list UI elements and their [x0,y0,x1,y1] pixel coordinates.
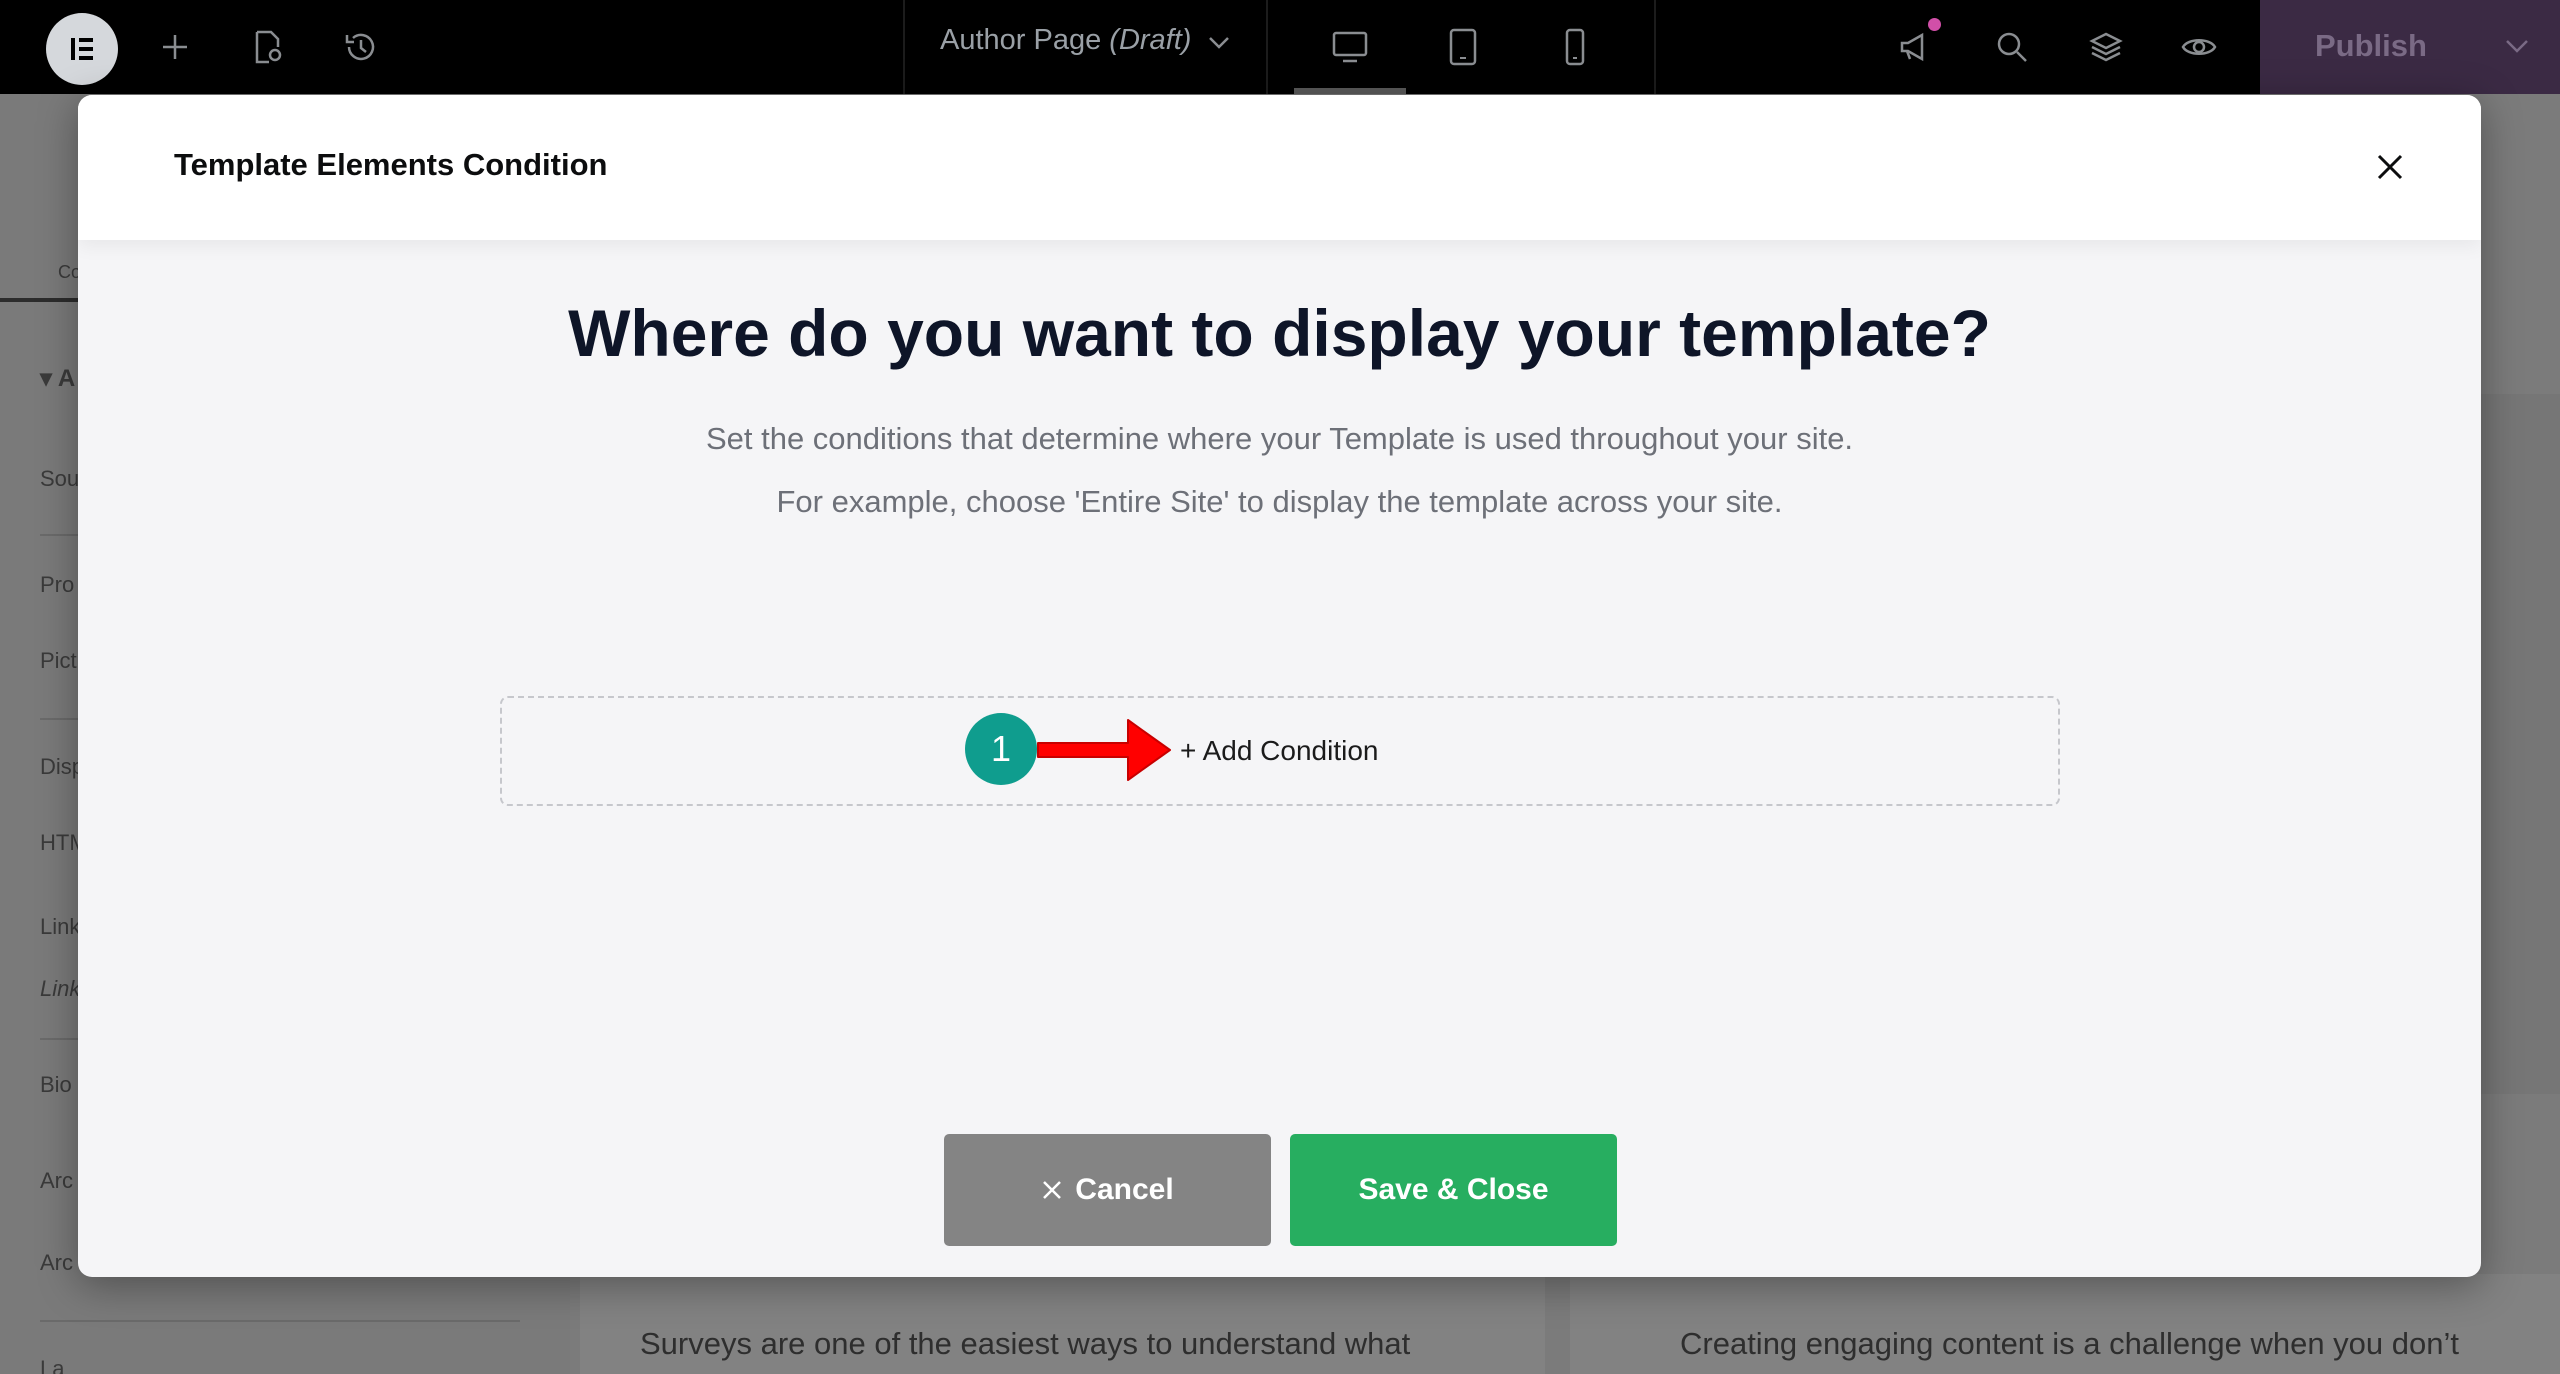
panel-control-label: Link [40,976,81,1001]
modal-description: Set the conditions that determine where … [705,421,1854,456]
close-icon [1041,1179,1063,1201]
panel-control-label: Arc [40,1168,73,1193]
panel-control-label: Link [40,914,81,939]
toolbar-separator [903,0,905,94]
red-arrow-icon [1036,710,1172,795]
desktop-icon[interactable] [1325,22,1375,72]
publish-button[interactable]: Publish [2260,0,2560,94]
layers-icon[interactable] [2081,22,2131,72]
publish-label: Publish [2315,28,2427,63]
cancel-button[interactable]: Cancel [944,1134,1271,1246]
panel-control-label: Pro [40,572,75,597]
panel-control-label: Pict [40,648,77,673]
elementor-logo-icon[interactable] [46,13,118,85]
save-and-close-button[interactable]: Save & Close [1290,1134,1617,1246]
editor-top-bar: Author Page (Draft) Publish [0,0,2560,94]
toolbar-separator [1654,0,1656,94]
modal-title: Template Elements Condition [174,147,608,182]
cancel-label: Cancel [1075,1173,1174,1206]
panel-control-label: Sou [40,466,80,491]
canvas-post-excerpt: Surveys are one of the easiest ways to u… [640,1326,1411,1361]
mobile-icon[interactable] [1550,22,1600,72]
panel-divider [40,1320,520,1322]
modal-heading: Where do you want to display your templa… [568,296,1991,370]
document-title[interactable]: Author Page (Draft) [940,24,1191,57]
save-label: Save & Close [1358,1173,1549,1206]
panel-section-toggle: ▾ A [40,365,76,392]
template-conditions-modal: Template Elements Condition Where do you… [78,95,2481,1277]
panel-section-label: A [57,365,76,392]
modal-header: Template Elements Condition [78,95,2481,240]
panel-control-label: La [40,1356,65,1374]
history-icon[interactable] [336,22,386,72]
step-number: 1 [990,728,1012,769]
document-status: (Draft) [1109,24,1192,56]
modal-description: For example, choose 'Entire Site' to dis… [776,484,1783,519]
eye-icon[interactable] [2174,22,2224,72]
toolbar-separator [1266,0,1268,94]
chevron-down-icon[interactable] [2502,30,2532,65]
step-badge: 1 [965,713,1037,785]
plus-icon[interactable] [150,22,200,72]
panel-control-label: Bio [40,1072,72,1097]
chevron-down-icon[interactable] [1205,28,1233,63]
page-settings-icon[interactable] [243,22,293,72]
tablet-icon[interactable] [1438,22,1488,72]
search-icon[interactable] [1987,22,2037,72]
panel-control-label: Arc [40,1250,73,1275]
canvas-post-excerpt: Creating engaging content is a challenge… [1680,1326,2459,1361]
document-name: Author Page [940,24,1102,56]
close-icon[interactable] [2368,145,2412,189]
notification-dot [1928,18,1941,31]
add-condition-button[interactable]: + Add Condition [1180,735,1379,767]
